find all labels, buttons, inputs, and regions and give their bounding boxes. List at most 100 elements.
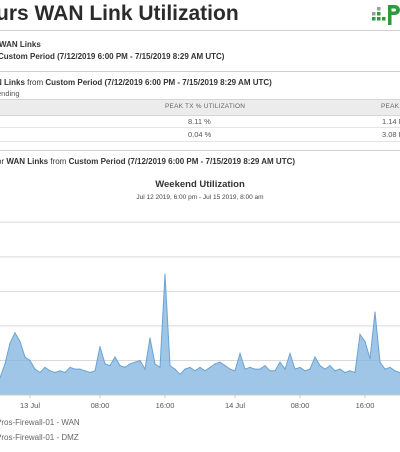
data-point	[144, 368, 146, 370]
data-point	[149, 337, 151, 339]
data-point	[79, 368, 81, 370]
data-point	[114, 356, 116, 358]
legend-item-wan[interactable]: Pros-Firewall-01 - WAN	[0, 418, 80, 427]
column-peak[interactable]: PEAK	[381, 103, 399, 110]
data-point	[289, 352, 291, 355]
data-point	[334, 370, 336, 372]
data-point	[344, 371, 346, 374]
table-section-heading: N Links from Custom Period (7/12/2019 6:…	[0, 78, 272, 87]
data-point	[44, 366, 46, 368]
data-point	[29, 359, 31, 362]
data-point	[324, 368, 326, 370]
data-point	[109, 365, 111, 367]
data-point	[94, 370, 96, 372]
data-point	[364, 340, 366, 343]
data-point	[239, 352, 241, 355]
column-peak-tx-pct[interactable]: PEAK TX % UTILIZATION	[165, 103, 245, 110]
legend-label-wan: Pros-Firewall-01 - WAN	[0, 418, 80, 427]
data-point	[139, 359, 141, 362]
x-tick-label: 16:00	[156, 401, 175, 410]
data-point	[64, 371, 66, 374]
cell-peak: 3.08 K	[382, 130, 400, 139]
data-point	[269, 370, 271, 372]
report-page: urs WAN Link Utilization WAN Links Custo…	[0, 0, 400, 452]
data-point	[14, 332, 16, 334]
data-point	[124, 366, 126, 368]
table-heading-from: from	[24, 78, 46, 87]
chart-subtitle: Jul 12 2019, 6:00 pm - Jul 15 2019, 8:00…	[136, 194, 264, 201]
data-point	[234, 370, 236, 372]
data-point	[74, 368, 76, 370]
data-point	[189, 366, 191, 368]
data-point	[224, 365, 226, 367]
utilization-chart[interactable]: 13 Jul 08:00 16:00 14 Jul 08:00 16:00	[0, 205, 400, 412]
data-point	[379, 361, 381, 363]
data-point	[339, 368, 341, 370]
data-point	[89, 371, 91, 374]
data-point	[259, 368, 261, 370]
data-point	[204, 370, 206, 372]
summary-scope: WAN Links	[0, 40, 41, 49]
data-point	[309, 368, 311, 370]
data-point	[209, 366, 211, 368]
data-point	[4, 363, 6, 365]
data-point	[329, 365, 331, 367]
x-tick-label: 13 Jul	[20, 401, 40, 410]
data-point	[34, 368, 36, 370]
legend-label-dmz: Pros-Firewall-01 - DMZ	[0, 433, 79, 442]
data-point	[9, 342, 11, 344]
data-point	[274, 370, 276, 372]
chart-title: Weekend Utilization	[155, 179, 245, 190]
brand-logo-icon	[372, 5, 400, 25]
summary-period: Custom Period (7/12/2019 6:00 PM - 7/15/…	[0, 52, 225, 61]
data-point	[254, 368, 256, 370]
title-divider	[0, 30, 400, 31]
data-point	[84, 370, 86, 372]
section-divider-2	[0, 150, 400, 151]
data-point	[39, 371, 41, 374]
data-point	[134, 361, 136, 363]
data-point	[129, 363, 131, 365]
data-point	[279, 361, 281, 363]
data-point	[119, 365, 121, 367]
data-point	[24, 356, 26, 358]
data-point	[354, 371, 356, 374]
table-row: 8.11 % 1.14 M	[0, 116, 400, 127]
data-point	[359, 333, 361, 336]
data-point	[179, 373, 181, 375]
data-point	[319, 365, 321, 367]
table-heading-scope: N Links	[0, 78, 25, 87]
data-point	[369, 358, 371, 360]
data-point	[219, 361, 221, 363]
data-point	[214, 363, 216, 365]
legend-item-dmz[interactable]: Pros-Firewall-01 - DMZ	[0, 433, 79, 442]
data-point	[159, 366, 161, 368]
data-point	[174, 368, 176, 370]
section-divider-1	[0, 71, 400, 72]
data-point	[244, 368, 246, 370]
data-point	[374, 311, 376, 313]
data-point	[99, 346, 101, 348]
data-point	[49, 370, 51, 372]
data-point	[164, 273, 166, 275]
data-point	[389, 366, 391, 368]
row-divider	[0, 141, 400, 142]
series-area-wan	[0, 274, 400, 395]
data-point	[229, 368, 231, 370]
data-point	[384, 368, 386, 370]
x-tick-label: 08:00	[291, 401, 310, 410]
data-point	[194, 370, 196, 372]
chart-heading-from: from	[48, 157, 69, 166]
page-title: urs WAN Link Utilization	[0, 2, 239, 25]
data-point	[264, 365, 266, 367]
data-point	[284, 368, 286, 370]
data-point	[199, 366, 201, 368]
chart-heading-period: Custom Period (7/12/2019 6:00 PM - 7/15/…	[68, 157, 296, 166]
x-tick-label: 14 Jul	[225, 401, 245, 410]
row-divider	[0, 127, 400, 128]
data-point	[349, 370, 351, 372]
data-point	[69, 366, 71, 368]
table-row: 0.04 % 3.08 K	[0, 129, 400, 140]
data-point	[249, 366, 251, 368]
data-point	[169, 365, 171, 367]
